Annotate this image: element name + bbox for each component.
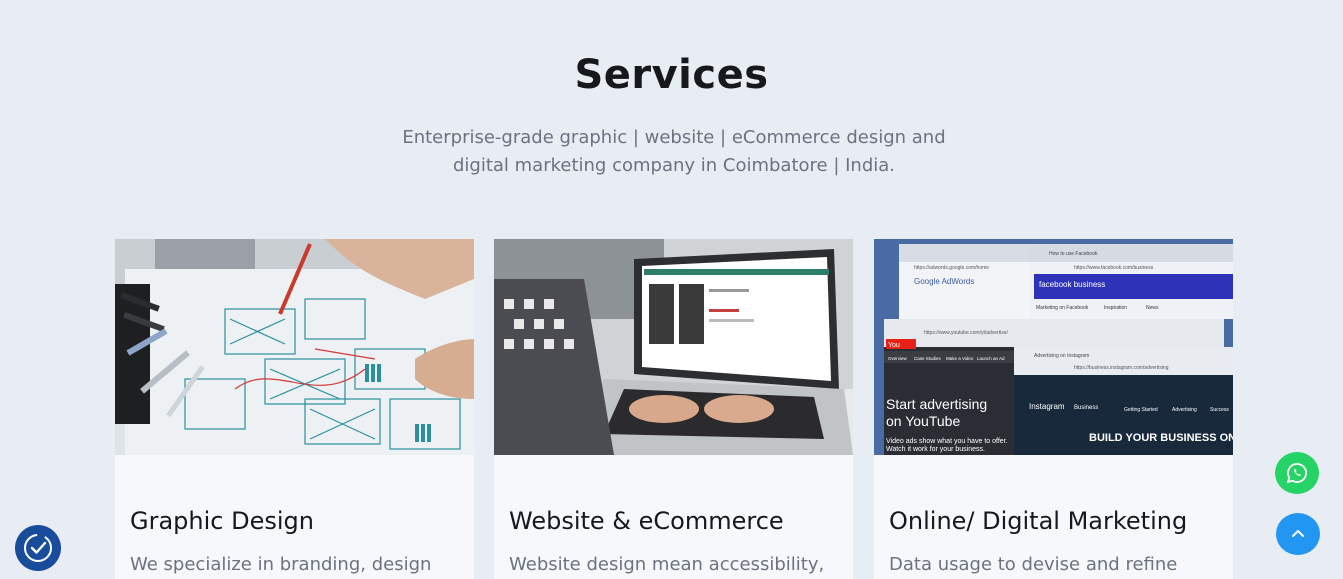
- service-card-digital-marketing[interactable]: https://adwords.google.com/home Google A…: [874, 239, 1233, 579]
- card-title[interactable]: Online/ Digital Marketing: [889, 507, 1229, 535]
- yt-headline-2: on YouTube: [886, 413, 960, 429]
- fb-url-text: https://www.facebook.com/business: [1074, 265, 1154, 271]
- ig-nav-2: Business: [1074, 405, 1098, 411]
- accessibility-button[interactable]: [15, 525, 61, 571]
- digital-marketing-image: https://adwords.google.com/home Google A…: [874, 239, 1233, 455]
- adwords-url-text: https://adwords.google.com/home: [914, 265, 989, 271]
- yt-headline-1: Start advertising: [886, 396, 987, 412]
- ig-nav-1: Instagram: [1029, 402, 1065, 411]
- ig-nav-4: Advertising: [1172, 407, 1197, 413]
- yt-url-text: https://www.youtube.com/yt/advertise/: [924, 330, 1009, 336]
- yt-nav-3: Make a Video: [946, 356, 974, 361]
- yt-nav-1: Overview: [888, 356, 908, 361]
- ig-url-text: https://business.instagram.com/advertisi…: [1074, 365, 1169, 371]
- fb-nav-1: Marketing on Facebook: [1036, 305, 1089, 311]
- ig-tab-text: Advertising on Instagram: [1034, 353, 1089, 359]
- svg-text:You: You: [888, 342, 900, 349]
- service-card-website-ecommerce[interactable]: Website & eCommerce Website design mean …: [494, 239, 853, 579]
- card-title[interactable]: Website & eCommerce: [509, 507, 849, 535]
- card-description: Data usage to devise and refine: [889, 554, 1178, 575]
- ig-headline: BUILD YOUR BUSINESS ON INST: [1089, 432, 1233, 444]
- whatsapp-icon: [1286, 463, 1307, 484]
- adwords-label-text: Google AdWords: [914, 277, 974, 286]
- graphic-design-image: [115, 239, 474, 455]
- fb-nav-2: Inspiration: [1104, 305, 1127, 311]
- yt-nav-2: Case Studies: [914, 356, 942, 361]
- service-card-graphic-design[interactable]: Graphic Design We specialize in branding…: [115, 239, 474, 579]
- subtitle-line-1: Enterprise-grade graphic | website | eCo…: [402, 127, 946, 148]
- fb-label-text: facebook business: [1039, 280, 1105, 289]
- scroll-to-top-button[interactable]: [1276, 513, 1320, 555]
- fb-tab-text: How to use Facebook: [1049, 251, 1098, 257]
- card-description: Website design mean accessibility,: [509, 554, 825, 575]
- card-title[interactable]: Graphic Design: [130, 507, 470, 535]
- yt-body-1: Video ads show what you have to offer.: [886, 438, 1008, 445]
- section-subtitle: Enterprise-grade graphic | website | eCo…: [371, 124, 977, 180]
- yt-body-2: Watch it work for your business.: [886, 446, 985, 453]
- ig-nav-3: Getting Started: [1124, 407, 1158, 413]
- website-ecommerce-image: [494, 239, 853, 455]
- section-title: Services: [574, 52, 769, 98]
- yt-nav-4: Launch an Ad: [977, 356, 1005, 361]
- fb-nav-3: News: [1146, 305, 1159, 311]
- subtitle-line-2: digital marketing company in Coimbatore …: [452, 155, 896, 176]
- whatsapp-button[interactable]: [1275, 452, 1319, 494]
- ig-nav-5: Success: [1210, 407, 1229, 413]
- accessibility-icon: [24, 534, 52, 562]
- card-description: We specialize in branding, design: [130, 554, 432, 575]
- chevron-up-icon: [1292, 530, 1304, 537]
